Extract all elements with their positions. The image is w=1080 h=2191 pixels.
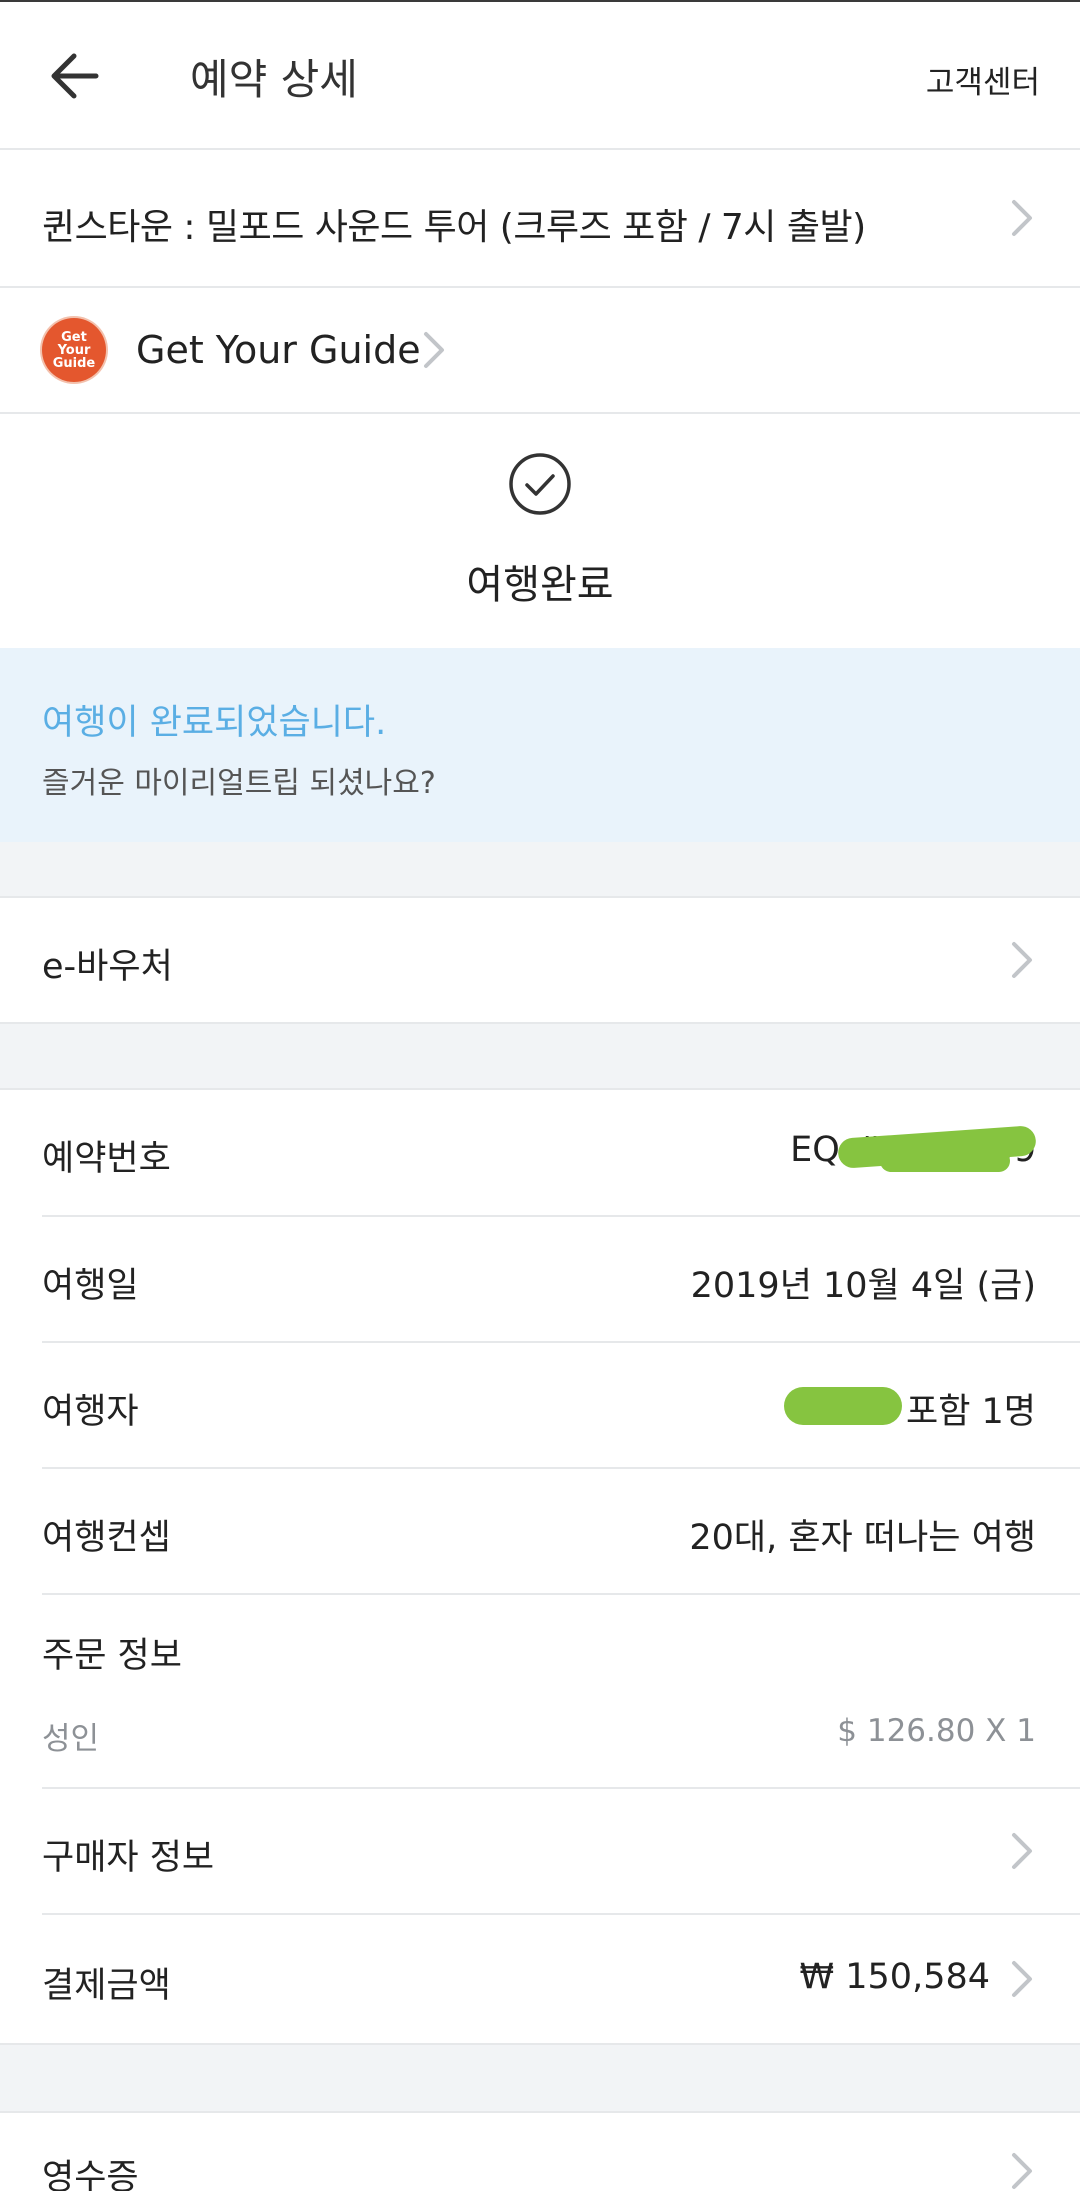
booking-number-row: 예약번호 EQ-##-19659 bbox=[0, 1090, 1080, 1214]
chevron-right-icon bbox=[1008, 196, 1036, 240]
section-gap bbox=[0, 842, 1080, 896]
traveler-value: 포함 1명 bbox=[906, 1392, 1036, 1432]
receipt-label: 영수증 bbox=[42, 2158, 139, 2191]
section-gap bbox=[0, 1024, 1080, 1088]
order-info-title: 주문 정보 bbox=[42, 1636, 182, 1676]
traveler-label: 여행자 bbox=[42, 1392, 139, 1432]
travel-concept-row: 여행컨셉 20대, 혼자 떠나는 여행 bbox=[0, 1469, 1080, 1593]
back-arrow-icon[interactable] bbox=[44, 48, 104, 104]
travel-concept-label: 여행컨셉 bbox=[42, 1518, 171, 1558]
booking-number-label: 예약번호 bbox=[42, 1139, 171, 1179]
header-bar: 예약 상세 고객센터 bbox=[0, 0, 1080, 148]
trip-status: 여행완료 bbox=[0, 414, 1080, 648]
order-item-price: $ 126.80 X 1 bbox=[837, 1713, 1036, 1749]
travel-concept-value: 20대, 혼자 떠나는 여행 bbox=[689, 1518, 1036, 1558]
payment-amount-row[interactable]: 결제금액 ₩ 150,584 bbox=[0, 1915, 1080, 2043]
completion-banner: 여행이 완료되었습니다. 즐거운 마이리얼트립 되셨나요? bbox=[0, 648, 1080, 842]
redaction-mark bbox=[784, 1387, 902, 1425]
chevron-right-icon bbox=[1008, 1829, 1036, 1873]
customer-center-link[interactable]: 고객센터 bbox=[926, 57, 1040, 102]
order-item-label: 성인 bbox=[42, 1721, 100, 1757]
traveler-row: 여행자 포함 1명 bbox=[0, 1343, 1080, 1467]
receipt-row[interactable]: 영수증 bbox=[0, 2113, 1080, 2191]
travel-date-value: 2019년 10월 4일 (금) bbox=[690, 1266, 1036, 1306]
buyer-info-row[interactable]: 구매자 정보 bbox=[0, 1789, 1080, 1913]
banner-title: 여행이 완료되었습니다. bbox=[42, 703, 387, 743]
page-title: 예약 상세 bbox=[190, 55, 358, 104]
check-circle-icon bbox=[508, 452, 572, 516]
payment-amount-label: 결제금액 bbox=[42, 1966, 171, 2006]
e-voucher-label: e-바우처 bbox=[42, 947, 173, 987]
section-gap bbox=[0, 2045, 1080, 2111]
payment-amount-value: ₩ 150,584 bbox=[799, 1957, 990, 1997]
product-row[interactable]: 퀸스타운 : 밀포드 사운드 투어 (크루즈 포함 / 7시 출발) bbox=[0, 150, 1080, 286]
e-voucher-row[interactable]: e-바우처 bbox=[0, 898, 1080, 1022]
chevron-right-icon bbox=[420, 328, 448, 372]
chevron-right-icon bbox=[1008, 1957, 1036, 2001]
travel-date-label: 여행일 bbox=[42, 1266, 139, 1306]
order-info-section: 주문 정보 성인 $ 126.80 X 1 bbox=[0, 1595, 1080, 1787]
status-label: 여행완료 bbox=[466, 562, 614, 608]
banner-subtitle: 즐거운 마이리얼트립 되셨나요? bbox=[42, 766, 436, 801]
buyer-info-label: 구매자 정보 bbox=[42, 1838, 215, 1878]
provider-name: Get Your Guide bbox=[136, 328, 421, 372]
provider-row[interactable]: Get Your Guide Get Your Guide bbox=[0, 288, 1080, 412]
product-name: 퀸스타운 : 밀포드 사운드 투어 (크루즈 포함 / 7시 출발) bbox=[42, 207, 866, 248]
provider-logo: Get Your Guide bbox=[42, 318, 106, 382]
chevron-right-icon bbox=[1008, 938, 1036, 982]
redaction-mark bbox=[880, 1150, 1010, 1172]
chevron-right-icon bbox=[1008, 2149, 1036, 2191]
travel-date-row: 여행일 2019년 10월 4일 (금) bbox=[0, 1217, 1080, 1341]
